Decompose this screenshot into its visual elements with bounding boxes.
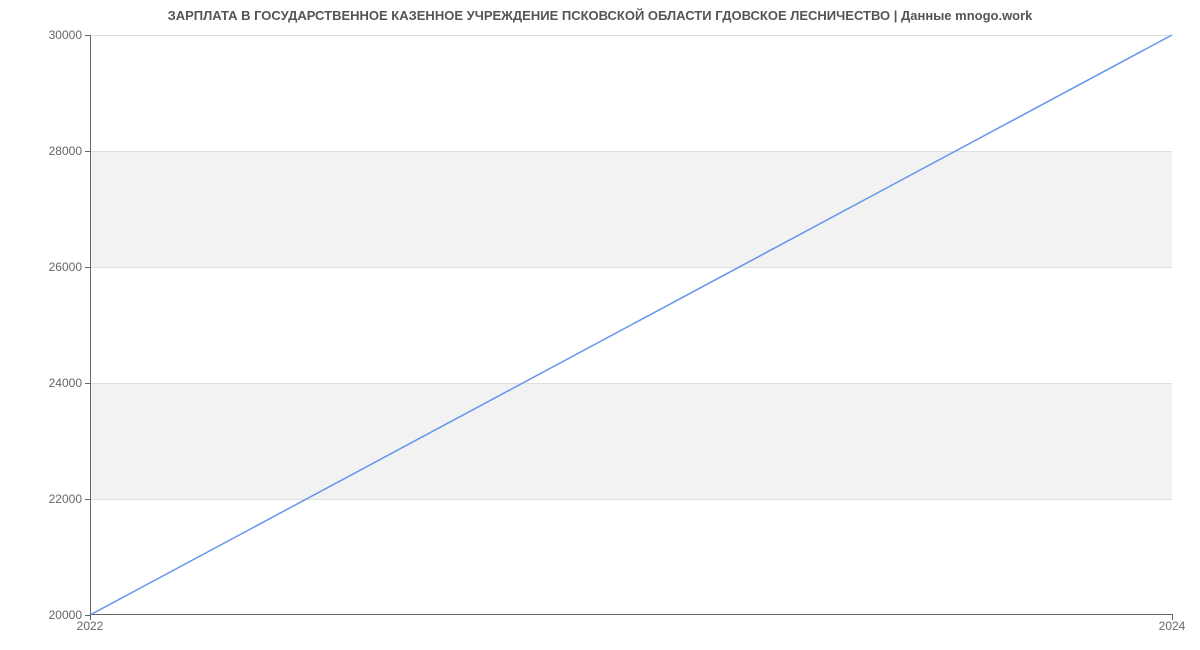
chart-title: ЗАРПЛАТА В ГОСУДАРСТВЕННОЕ КАЗЕННОЕ УЧРЕ… <box>0 0 1200 23</box>
y-tick-label: 30000 <box>22 28 82 42</box>
y-tick-label: 20000 <box>22 608 82 622</box>
y-tick-label: 24000 <box>22 376 82 390</box>
x-tick-label: 2022 <box>77 619 104 633</box>
chart-area: 20000220002400026000280003000020222024 <box>90 35 1172 615</box>
y-tick-label: 22000 <box>22 492 82 506</box>
y-tick-label: 26000 <box>22 260 82 274</box>
x-tick-label: 2024 <box>1159 619 1186 633</box>
data-line <box>90 35 1172 615</box>
line-series <box>90 35 1172 615</box>
y-tick-label: 28000 <box>22 144 82 158</box>
